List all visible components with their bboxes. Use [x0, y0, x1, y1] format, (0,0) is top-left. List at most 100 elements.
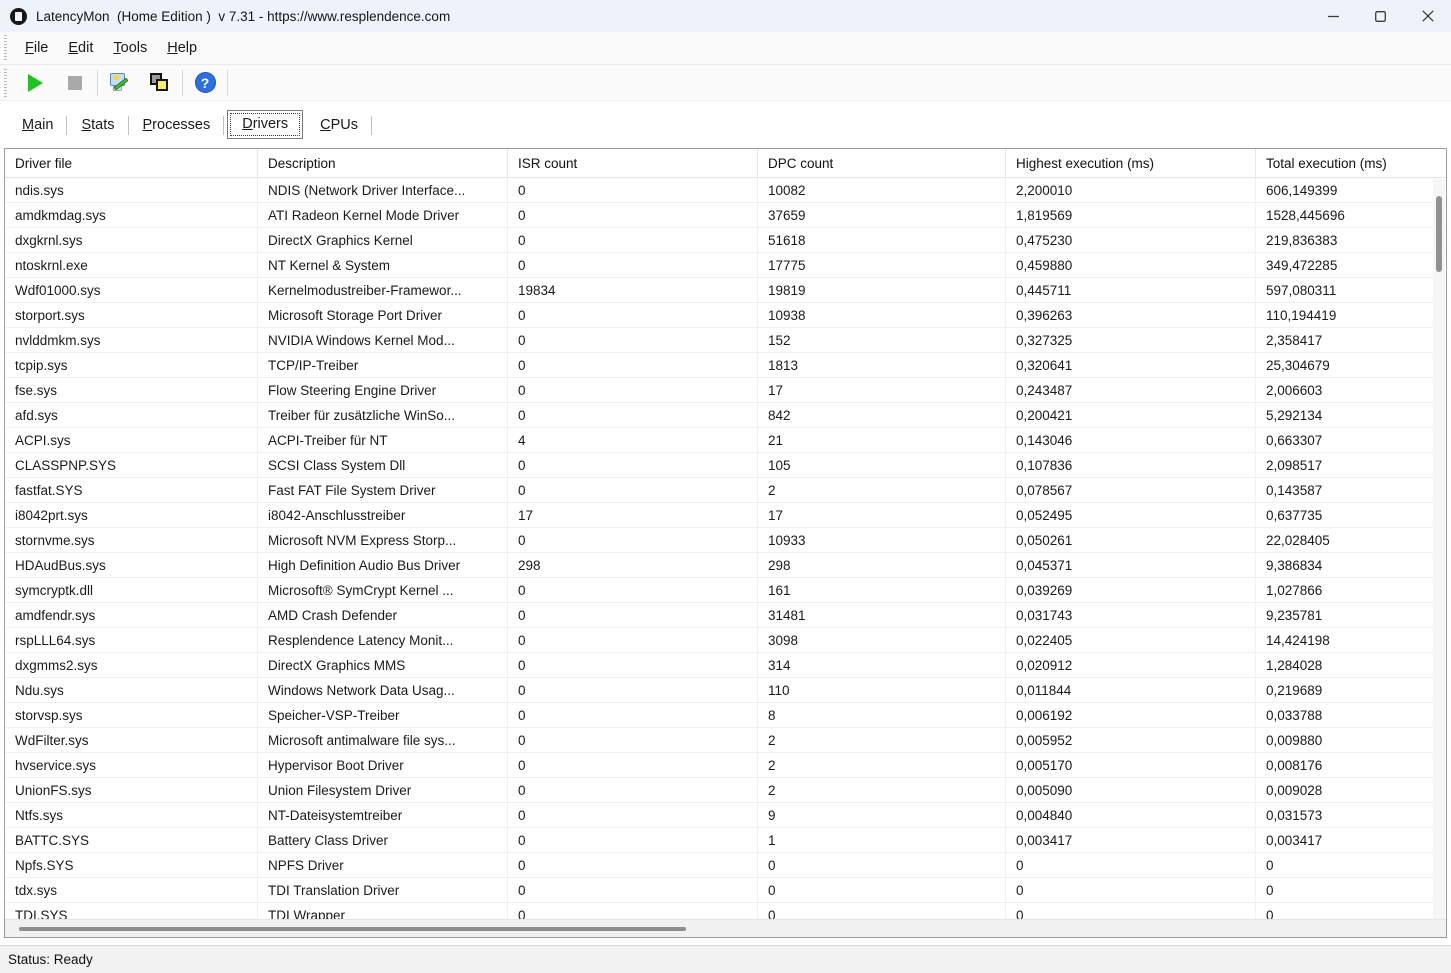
tab-drivers[interactable]: Drivers: [227, 110, 303, 139]
horizontal-scrollbar[interactable]: [5, 919, 1446, 937]
table-row[interactable]: BATTC.SYSBattery Class Driver010,0034170…: [5, 828, 1446, 853]
cell-driver-file: tcpip.sys: [5, 353, 258, 377]
column-header-highest-execution[interactable]: Highest execution (ms): [1006, 149, 1256, 177]
cell-driver-file: storport.sys: [5, 303, 258, 327]
cell-description: NT Kernel & System: [258, 253, 508, 277]
cell-driver-file: Ntfs.sys: [5, 803, 258, 827]
cell-highest-execution: 0,031743: [1006, 603, 1256, 627]
vertical-scrollbar[interactable]: [1433, 179, 1445, 919]
table-row[interactable]: ndis.sysNDIS (Network Driver Interface..…: [5, 178, 1446, 203]
stop-monitor-button[interactable]: [55, 68, 95, 98]
cell-description: TDI Translation Driver: [258, 878, 508, 902]
table-row[interactable]: fse.sysFlow Steering Engine Driver0170,2…: [5, 378, 1446, 403]
table-row[interactable]: stornvme.sysMicrosoft NVM Express Storp.…: [5, 528, 1446, 553]
cell-description: High Definition Audio Bus Driver: [258, 553, 508, 577]
table-row[interactable]: storport.sysMicrosoft Storage Port Drive…: [5, 303, 1446, 328]
table-row[interactable]: dxgkrnl.sysDirectX Graphics Kernel051618…: [5, 228, 1446, 253]
table-row[interactable]: tdx.sysTDI Translation Driver0000: [5, 878, 1446, 903]
menubar-gripper[interactable]: [4, 35, 7, 61]
tab-cpus[interactable]: CPUs: [306, 112, 372, 139]
table-row[interactable]: HDAudBus.sysHigh Definition Audio Bus Dr…: [5, 553, 1446, 578]
cell-isr-count: 0: [508, 403, 758, 427]
table-row[interactable]: TDI.SYSTDI Wrapper0000: [5, 903, 1446, 920]
cell-total-execution: 1,284028: [1256, 653, 1446, 677]
cell-driver-file: afd.sys: [5, 403, 258, 427]
cell-total-execution: 0,663307: [1256, 428, 1446, 452]
cell-driver-file: ntoskrnl.exe: [5, 253, 258, 277]
report-button[interactable]: [100, 68, 140, 98]
cell-total-execution: 0,143587: [1256, 478, 1446, 502]
horizontal-scrollbar-thumb[interactable]: [19, 927, 686, 931]
table-row[interactable]: nvlddmkm.sysNVIDIA Windows Kernel Mod...…: [5, 328, 1446, 353]
table-row[interactable]: fastfat.SYSFast FAT File System Driver02…: [5, 478, 1446, 503]
cell-description: NT-Dateisystemtreiber: [258, 803, 508, 827]
close-button[interactable]: [1404, 0, 1451, 32]
windows-button[interactable]: [140, 68, 180, 98]
cell-dpc-count: 8: [758, 703, 1006, 727]
stop-icon: [68, 76, 82, 90]
cell-isr-count: 0: [508, 678, 758, 702]
menu-help[interactable]: Help: [157, 36, 207, 60]
toolbar-gripper[interactable]: [4, 69, 7, 97]
help-button[interactable]: ?: [185, 68, 225, 98]
table-row[interactable]: afd.sysTreiber für zusätzliche WinSo...0…: [5, 403, 1446, 428]
table-row[interactable]: dxgmms2.sysDirectX Graphics MMS03140,020…: [5, 653, 1446, 678]
monitor-pencil-icon: [110, 73, 130, 93]
table-row[interactable]: ACPI.sysACPI-Treiber für NT4210,1430460,…: [5, 428, 1446, 453]
table-row[interactable]: amdfendr.sysAMD Crash Defender0314810,03…: [5, 603, 1446, 628]
table-row[interactable]: tcpip.sysTCP/IP-Treiber018130,32064125,3…: [5, 353, 1446, 378]
cell-total-execution: 597,080311: [1256, 278, 1446, 302]
cell-isr-count: 0: [508, 903, 758, 920]
cell-isr-count: 0: [508, 653, 758, 677]
column-header-total-execution[interactable]: Total execution (ms): [1256, 149, 1446, 177]
table-row[interactable]: i8042prt.sysi8042-Anschlusstreiber17170,…: [5, 503, 1446, 528]
table-row[interactable]: amdkmdag.sysATI Radeon Kernel Mode Drive…: [5, 203, 1446, 228]
table-row[interactable]: ntoskrnl.exeNT Kernel & System0177750,45…: [5, 253, 1446, 278]
play-icon: [28, 74, 43, 92]
app-icon[interactable]: [10, 8, 27, 25]
close-icon: [1422, 10, 1434, 22]
column-header-driver-file[interactable]: Driver file: [5, 149, 258, 177]
tab-processes[interactable]: Processes: [129, 112, 225, 139]
table-row[interactable]: Wdf01000.sysKernelmodustreiber-Framewor.…: [5, 278, 1446, 303]
column-header-description[interactable]: Description: [258, 149, 508, 177]
cell-highest-execution: 0,475230: [1006, 228, 1256, 252]
cell-isr-count: 4: [508, 428, 758, 452]
column-header-isr-count[interactable]: ISR count: [508, 149, 758, 177]
cell-description: Microsoft® SymCrypt Kernel ...: [258, 578, 508, 602]
vertical-scrollbar-thumb[interactable]: [1436, 196, 1442, 272]
toolbar-separator: [97, 70, 98, 96]
table-row[interactable]: symcryptk.dllMicrosoft® SymCrypt Kernel …: [5, 578, 1446, 603]
menu-tools[interactable]: Tools: [103, 36, 157, 60]
table-row[interactable]: WdFilter.sysMicrosoft antimalware file s…: [5, 728, 1446, 753]
table-row[interactable]: storvsp.sysSpeicher-VSP-Treiber080,00619…: [5, 703, 1446, 728]
cell-dpc-count: 298: [758, 553, 1006, 577]
cell-highest-execution: 0: [1006, 853, 1256, 877]
cell-total-execution: 2,006603: [1256, 378, 1446, 402]
minimize-button[interactable]: [1310, 0, 1357, 32]
cell-total-execution: 0,033788: [1256, 703, 1446, 727]
table-row[interactable]: Ntfs.sysNT-Dateisystemtreiber090,0048400…: [5, 803, 1446, 828]
cell-dpc-count: 0: [758, 853, 1006, 877]
menu-edit[interactable]: Edit: [58, 36, 103, 60]
start-monitor-button[interactable]: [15, 68, 55, 98]
tab-stats[interactable]: Stats: [67, 112, 128, 139]
table-row[interactable]: hvservice.sysHypervisor Boot Driver020,0…: [5, 753, 1446, 778]
table-row[interactable]: rspLLL64.sysResplendence Latency Monit..…: [5, 628, 1446, 653]
cell-highest-execution: 0,003417: [1006, 828, 1256, 852]
cell-total-execution: 0,031573: [1256, 803, 1446, 827]
table-row[interactable]: UnionFS.sysUnion Filesystem Driver020,00…: [5, 778, 1446, 803]
cell-highest-execution: 0,327325: [1006, 328, 1256, 352]
cell-driver-file: stornvme.sys: [5, 528, 258, 552]
table-row[interactable]: CLASSPNP.SYSSCSI Class System Dll01050,1…: [5, 453, 1446, 478]
cell-total-execution: 0,003417: [1256, 828, 1446, 852]
cell-driver-file: UnionFS.sys: [5, 778, 258, 802]
cell-description: i8042-Anschlusstreiber: [258, 503, 508, 527]
table-row[interactable]: Npfs.SYSNPFS Driver0000: [5, 853, 1446, 878]
table-row[interactable]: Ndu.sysWindows Network Data Usag...01100…: [5, 678, 1446, 703]
tab-main[interactable]: Main: [8, 112, 67, 139]
maximize-button[interactable]: [1357, 0, 1404, 32]
cell-driver-file: Npfs.SYS: [5, 853, 258, 877]
menu-file[interactable]: File: [15, 36, 58, 60]
column-header-dpc-count[interactable]: DPC count: [758, 149, 1006, 177]
